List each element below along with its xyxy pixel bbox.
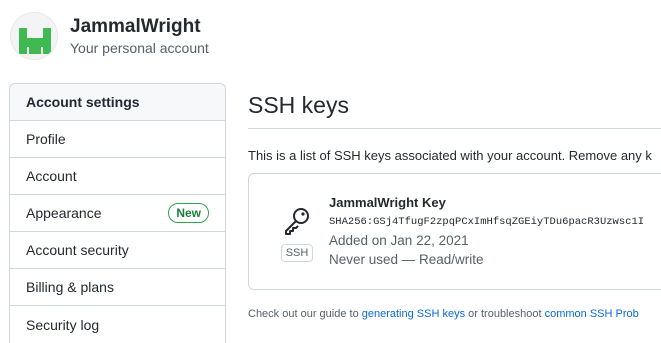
intro-text: This is a list of SSH keys associated wi…: [248, 148, 652, 163]
sidebar-item-appearance[interactable]: Appearance New: [10, 195, 225, 232]
main-content: SSH keys This is a list of SSH keys asso…: [248, 83, 661, 320]
settings-sidebar: Account settings Profile Account Appeara…: [9, 83, 226, 343]
guide-prefix: Check out our guide to: [248, 308, 362, 320]
title-divider: [248, 128, 661, 129]
new-badge: New: [168, 203, 209, 223]
key-fingerprint: SHA256:GSj4TfugF2zpqPCxImHfsqZGEiyTDu6pa…: [329, 216, 645, 228]
sidebar-item-billing-plans[interactable]: Billing & plans: [10, 269, 225, 306]
key-usage: Never used — Read/write: [329, 252, 484, 267]
common-ssh-problems-link[interactable]: common SSH Prob: [545, 308, 639, 320]
key-added-date: Added on Jan 22, 2021: [329, 233, 469, 248]
account-subtitle: Your personal account: [70, 39, 209, 56]
sidebar-item-account[interactable]: Account: [10, 158, 225, 195]
sidebar-item-label: Account: [26, 168, 77, 184]
sidebar-header-account-settings: Account settings: [10, 84, 225, 121]
avatar[interactable]: [10, 12, 58, 60]
sidebar-item-label: Account security: [26, 242, 129, 258]
guide-middle: or troubleshoot: [465, 308, 545, 320]
sidebar-item-profile[interactable]: Profile: [10, 121, 225, 158]
page-title: SSH keys: [248, 92, 349, 118]
guide-text: Check out our guide to generating SSH ke…: [248, 308, 639, 320]
sidebar-item-security-log[interactable]: Security log: [10, 306, 225, 343]
sidebar-item-label: Profile: [26, 131, 66, 147]
ssh-key-item: SSH JammalWright Key SHA256:GSj4TfugF2zp…: [248, 173, 661, 290]
ssh-tag: SSH: [280, 244, 314, 262]
account-header: JammalWright Your personal account: [10, 12, 209, 60]
generating-ssh-keys-link[interactable]: generating SSH keys: [362, 308, 465, 320]
sidebar-header-label: Account settings: [26, 94, 140, 110]
key-icon-container: SSH: [279, 206, 315, 262]
key-icon: [285, 208, 309, 235]
sidebar-item-account-security[interactable]: Account security: [10, 232, 225, 269]
sidebar-item-label: Security log: [26, 316, 100, 333]
sidebar-item-label: Billing & plans: [26, 279, 114, 295]
key-title: JammalWright Key: [329, 195, 446, 210]
account-name[interactable]: JammalWright: [70, 16, 209, 38]
sidebar-item-label: Appearance: [26, 205, 102, 221]
identicon-icon: [11, 13, 57, 59]
key-info: JammalWright Key SHA256:GSj4TfugF2zpqPCx…: [329, 194, 644, 269]
